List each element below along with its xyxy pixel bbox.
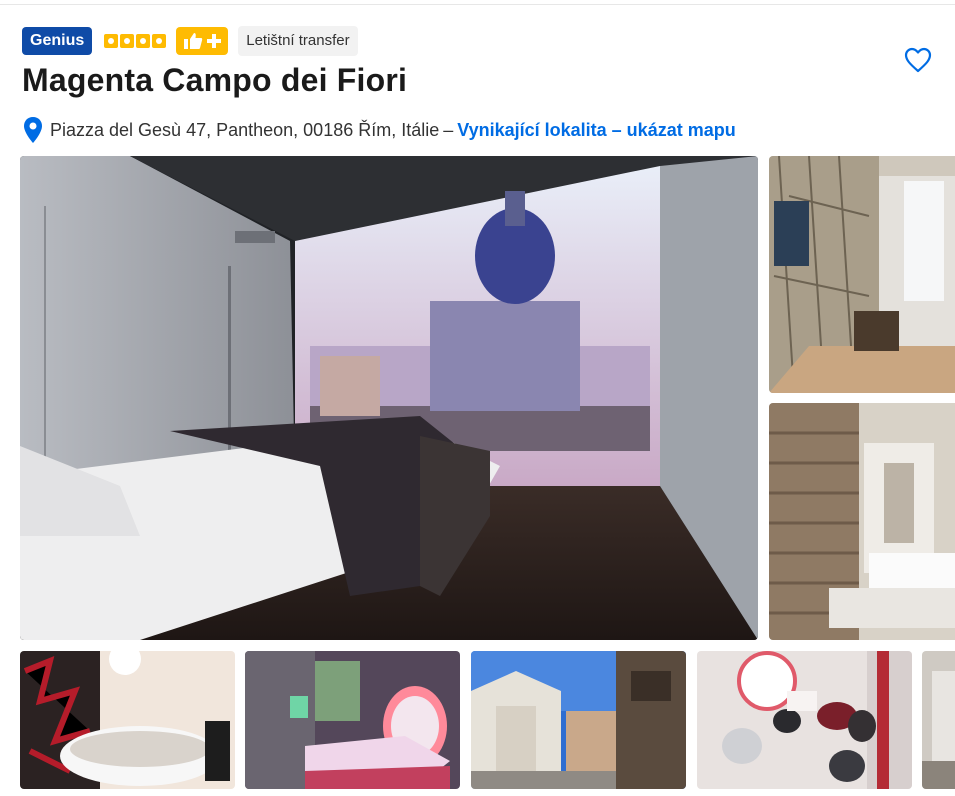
address-separator: –: [443, 119, 454, 140]
star-icon: [120, 34, 135, 48]
show-map-link[interactable]: Vynikající lokalita – ukázat mapu: [457, 120, 735, 141]
hotel-title: Magenta Campo dei Fiori: [22, 62, 408, 98]
bathroom-photo: [769, 403, 955, 640]
photo-jacuzzi[interactable]: [20, 651, 235, 789]
lounge-photo: [697, 651, 912, 789]
favorite-button[interactable]: [903, 45, 933, 75]
photo-partial[interactable]: [922, 651, 955, 789]
airport-transfer-chip: Letištní transfer: [238, 26, 358, 56]
address-text: Piazza del Gesù 47, Pantheon, 00186 Řím,…: [50, 119, 440, 140]
top-divider: [0, 0, 955, 5]
heart-icon: [904, 47, 932, 73]
genius-badge: Genius: [22, 27, 93, 55]
room-photo: [769, 156, 955, 393]
plus-icon: [206, 34, 221, 48]
jacuzzi-photo: [20, 651, 235, 789]
thumbs-up-plus-icon[interactable]: [176, 27, 229, 55]
map-pin-icon: [24, 117, 42, 143]
thumbs-up-icon: [183, 33, 202, 49]
address-row: Piazza del Gesù 47, Pantheon, 00186 Řím,…: [22, 114, 736, 146]
church-photo: [471, 651, 686, 789]
photo-room-wallpaper[interactable]: [769, 156, 955, 393]
partial-photo: [922, 651, 955, 789]
photo-bathroom[interactable]: [769, 403, 955, 640]
star-icon: [152, 34, 167, 48]
bedroom-photo: [20, 156, 758, 640]
photo-lounge-guests[interactable]: [697, 651, 912, 789]
photo-neon-bedroom[interactable]: [245, 651, 460, 789]
star-rating: [104, 34, 168, 48]
star-icon: [104, 34, 119, 48]
photo-main[interactable]: [20, 156, 758, 640]
photo-church-view[interactable]: [471, 651, 686, 789]
badge-row: Genius Letištní transfer: [22, 26, 358, 56]
star-icon: [136, 34, 151, 48]
neon-bedroom-photo: [245, 651, 460, 789]
